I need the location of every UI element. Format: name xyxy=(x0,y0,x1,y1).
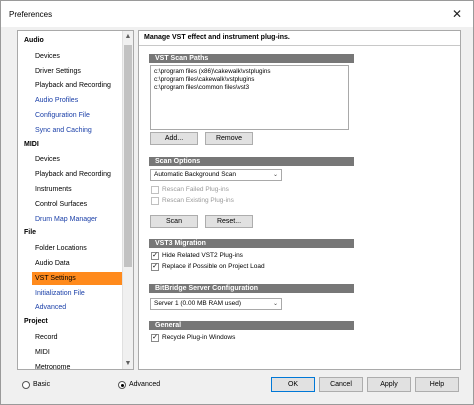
chevron-down-icon: ⌄ xyxy=(272,172,278,178)
bitbridge-header: BitBridge Server Configuration xyxy=(149,284,354,293)
reset-button[interactable]: Reset... xyxy=(205,215,253,228)
tree-category[interactable]: MIDI xyxy=(24,141,39,148)
tree-item[interactable]: Configuration File xyxy=(35,109,121,122)
preferences-window: Preferences ✕ Audio Devices Driver Setting… xyxy=(0,0,474,405)
scroll-up-icon[interactable]: ▲ xyxy=(123,31,133,42)
tree-item[interactable]: Metronome xyxy=(35,361,121,369)
tree-category[interactable]: Audio xyxy=(24,37,44,44)
tree-item-selected[interactable]: VST Settings xyxy=(32,271,123,285)
tree-category[interactable]: Project xyxy=(24,318,48,325)
scan-mode-value: Automatic Background Scan xyxy=(154,171,237,178)
rescan-existing-checkbox[interactable] xyxy=(151,197,159,205)
advanced-radio[interactable] xyxy=(118,381,126,389)
scan-path-item[interactable]: c:\program files\common files\vst3 xyxy=(154,84,249,91)
ok-button[interactable]: OK xyxy=(271,377,315,392)
scan-options-header: Scan Options xyxy=(149,157,354,166)
tree-item[interactable]: Advanced xyxy=(35,301,121,314)
tree-item[interactable]: Devices xyxy=(35,153,121,166)
tree-item[interactable]: Drum Map Manager xyxy=(35,213,121,226)
tree-item[interactable]: Initialization File xyxy=(35,287,121,300)
tree-item[interactable]: Instruments xyxy=(35,183,121,196)
settings-pane: Manage VST effect and instrument plug-in… xyxy=(138,30,461,370)
page-description: Manage VST effect and instrument plug-in… xyxy=(144,34,290,41)
close-icon[interactable]: ✕ xyxy=(447,5,467,23)
bitbridge-server-select[interactable]: Server 1 (0.00 MB RAM used) ⌄ xyxy=(150,298,282,310)
add-path-button[interactable]: Add... xyxy=(150,132,198,145)
replace-on-load-label: Replace if Possible on Project Load xyxy=(162,263,265,270)
bitbridge-server-value: Server 1 (0.00 MB RAM used) xyxy=(154,300,242,307)
hide-related-checkbox[interactable]: ✓ xyxy=(151,252,159,260)
tree-item[interactable]: MIDI xyxy=(35,346,121,359)
recycle-windows-label: Recycle Plug-in Windows xyxy=(162,334,236,341)
divider xyxy=(139,45,460,46)
tree-item[interactable]: Playback and Recording xyxy=(35,79,121,92)
window-title: Preferences xyxy=(9,10,53,19)
tree-scrollbar[interactable]: ▲ ▼ xyxy=(122,31,133,369)
rescan-failed-label: Rescan Failed Plug-ins xyxy=(162,186,229,193)
remove-path-button[interactable]: Remove xyxy=(205,132,253,145)
scrollbar-thumb[interactable] xyxy=(124,45,132,267)
help-button[interactable]: Help xyxy=(415,377,459,392)
advanced-label: Advanced xyxy=(129,381,161,388)
tree-item[interactable]: Driver Settings xyxy=(35,65,121,78)
rescan-failed-checkbox[interactable] xyxy=(151,186,159,194)
replace-on-load-checkbox[interactable]: ✓ xyxy=(151,263,159,271)
scroll-down-icon[interactable]: ▼ xyxy=(123,358,133,369)
vst3-migration-header: VST3 Migration xyxy=(149,239,354,248)
apply-button[interactable]: Apply xyxy=(367,377,411,392)
tree-item[interactable]: Record xyxy=(35,331,121,344)
tree-item[interactable]: Audio Profiles xyxy=(35,94,121,107)
general-header: General xyxy=(149,321,354,330)
scan-button[interactable]: Scan xyxy=(150,215,198,228)
tree-item[interactable]: Playback and Recording xyxy=(35,168,121,181)
tree-item[interactable]: Sync and Caching xyxy=(35,124,121,137)
basic-radio[interactable] xyxy=(22,381,30,389)
tree-item[interactable]: Audio Data xyxy=(35,257,121,270)
tree-item[interactable]: Control Surfaces xyxy=(35,198,121,211)
tree-item[interactable]: Folder Locations xyxy=(35,242,121,255)
chevron-down-icon: ⌄ xyxy=(272,301,278,307)
tree-category[interactable]: File xyxy=(24,229,36,236)
scan-path-item[interactable]: c:\program files (x86)\cakewalk\vstplugi… xyxy=(154,68,271,75)
rescan-existing-label: Rescan Existing Plug-ins xyxy=(162,197,234,204)
scan-path-item[interactable]: c:\program files\cakewalk\vstplugins xyxy=(154,76,254,83)
preferences-tree: Audio Devices Driver Settings Playback and … xyxy=(17,30,134,370)
scan-paths-header: VST Scan Paths xyxy=(149,54,354,63)
title-bar: Preferences ✕ xyxy=(1,1,473,27)
tree-item[interactable]: Devices xyxy=(35,50,121,63)
basic-label: Basic xyxy=(33,381,51,388)
hide-related-label: Hide Related VST2 Plug-ins xyxy=(162,252,243,259)
recycle-windows-checkbox[interactable]: ✓ xyxy=(151,334,159,342)
cancel-button[interactable]: Cancel xyxy=(319,377,363,392)
scan-mode-select[interactable]: Automatic Background Scan ⌄ xyxy=(150,169,282,181)
scan-paths-list[interactable]: c:\program files (x86)\cakewalk\vstplugi… xyxy=(150,65,349,130)
